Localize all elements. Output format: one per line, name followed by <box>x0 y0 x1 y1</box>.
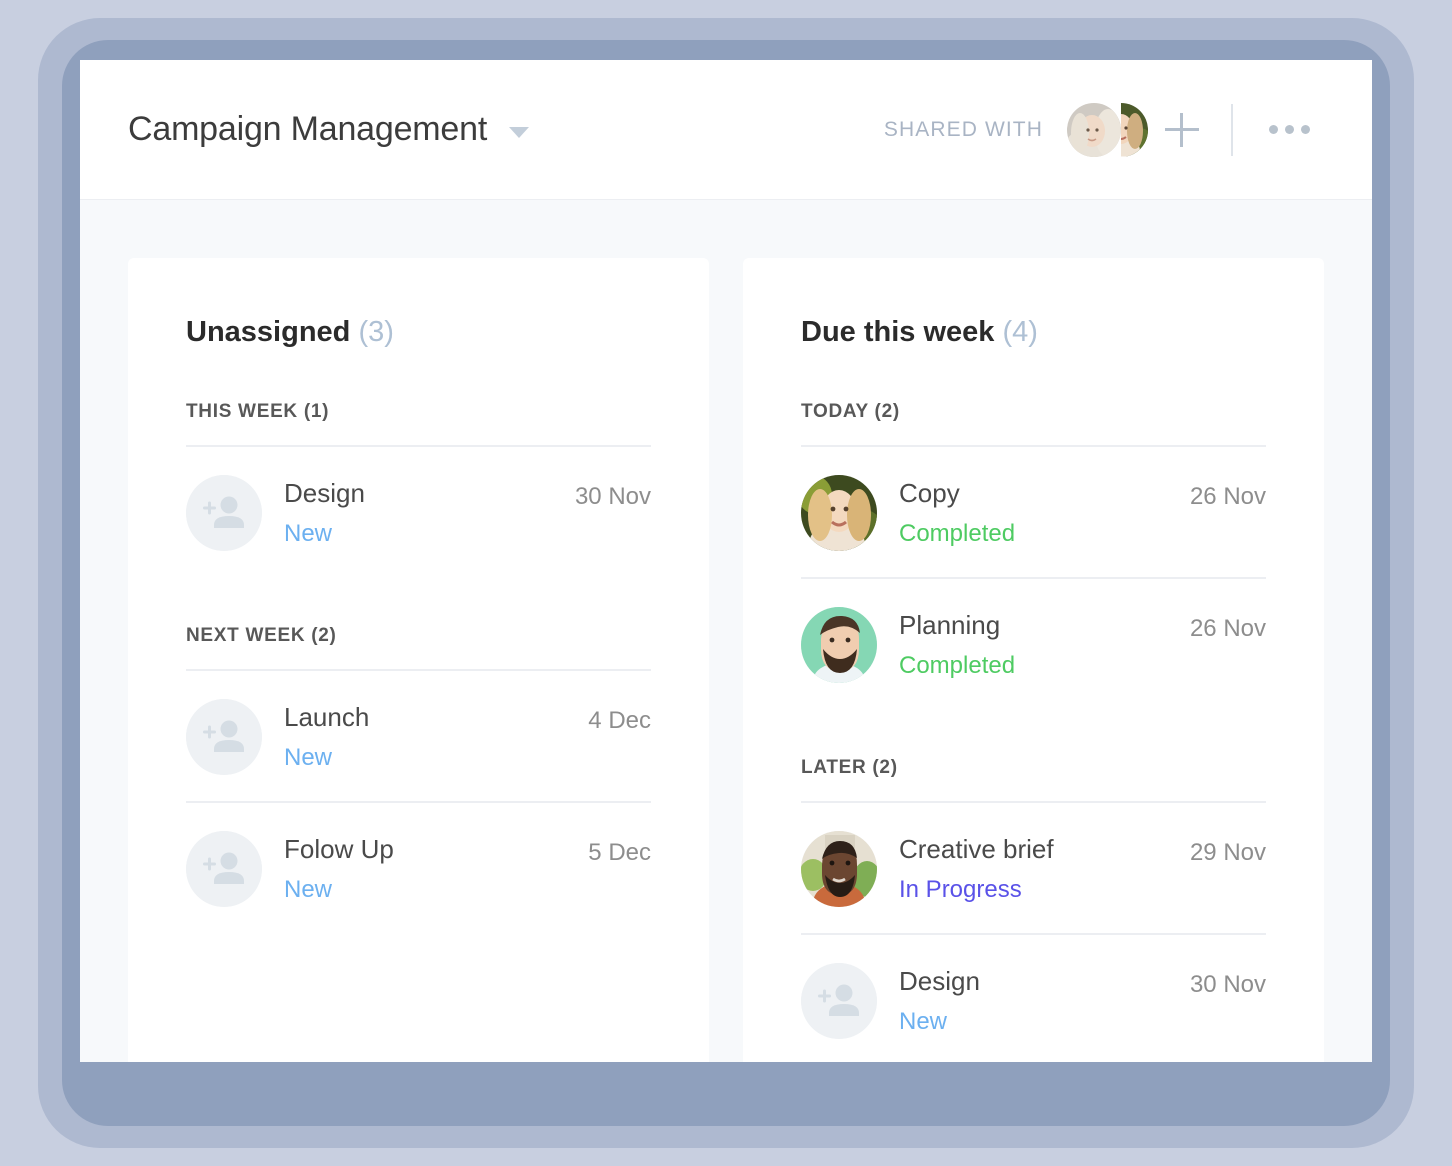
task-row[interactable]: Copy Completed 26 Nov <box>801 447 1266 577</box>
section-label: THIS WEEK (1) <box>186 401 330 422</box>
assignee-avatar[interactable] <box>801 475 877 551</box>
task-status[interactable]: Completed <box>899 652 1190 679</box>
section-label: TODAY (2) <box>801 401 900 422</box>
task-due-date: 29 Nov <box>1189 839 1266 866</box>
dot <box>1269 125 1278 134</box>
task-due-date: 26 Nov <box>1189 483 1266 510</box>
task-body: Design New <box>899 963 1190 1035</box>
dot <box>1301 125 1310 134</box>
task-column: Due this week (4) TODAY (2) Copy Completed… <box>743 258 1324 1062</box>
task-due-date: 30 Nov <box>574 483 651 510</box>
header-actions: SHARED WITH <box>883 102 1310 157</box>
task-row[interactable]: Creative brief In Progress 29 Nov <box>801 803 1266 933</box>
avatar[interactable] <box>1067 102 1121 157</box>
shared-with-label: SHARED WITH <box>883 117 1043 141</box>
task-board: Unassigned (3) THIS WEEK (1) Design New 30 … <box>80 200 1372 1062</box>
task-due-date: 30 Nov <box>1189 971 1266 998</box>
task-name: Launch <box>284 702 370 732</box>
task-status[interactable]: New <box>284 744 588 771</box>
avatar-photo <box>801 607 877 683</box>
task-name: Creative brief <box>899 834 1054 864</box>
task-due-date: 4 Dec <box>588 707 651 734</box>
avatar-photo <box>801 475 877 551</box>
task-due-date: 5 Dec <box>588 839 651 866</box>
assignee-avatar[interactable] <box>801 831 877 907</box>
task-row[interactable]: Launch New 4 Dec <box>186 671 651 801</box>
add-person-icon <box>186 831 262 907</box>
task-body: Launch New <box>284 699 588 771</box>
column-title: Due this week (4) <box>801 316 1266 349</box>
column-title: Unassigned (3) <box>186 316 651 349</box>
section-label: NEXT WEEK (2) <box>186 625 337 646</box>
task-status[interactable]: In Progress <box>899 876 1190 903</box>
add-person-icon <box>186 475 262 551</box>
task-status[interactable]: New <box>284 520 575 547</box>
app-header: Campaign Management SHARED WITH <box>80 60 1372 200</box>
task-name: Design <box>899 966 980 996</box>
assign-avatar-button[interactable] <box>801 963 877 1039</box>
avatar-photo <box>801 831 877 907</box>
add-person-icon <box>801 963 877 1039</box>
assign-avatar-button[interactable] <box>186 699 262 775</box>
task-body: Folow Up New <box>284 831 588 903</box>
task-body: Planning Completed <box>899 607 1190 679</box>
task-status[interactable]: New <box>284 876 588 903</box>
column-count: (3) <box>358 316 394 348</box>
task-name: Folow Up <box>284 834 394 864</box>
app-window: Campaign Management SHARED WITH Unassign… <box>80 60 1372 1062</box>
task-due-date: 26 Nov <box>1189 615 1266 642</box>
assign-avatar-button[interactable] <box>186 475 262 551</box>
task-body: Copy Completed <box>899 475 1190 547</box>
task-name: Copy <box>899 478 960 508</box>
chevron-down-icon[interactable] <box>509 127 530 138</box>
dot <box>1285 125 1294 134</box>
task-body: Design New <box>284 475 575 547</box>
task-body: Creative brief In Progress <box>899 831 1190 903</box>
task-name: Design <box>284 478 365 508</box>
task-row[interactable]: Design New 30 Nov <box>801 935 1266 1062</box>
more-options-icon[interactable] <box>1269 125 1310 134</box>
page-title-group[interactable]: Campaign Management <box>128 110 530 149</box>
column-count: (4) <box>1002 316 1038 348</box>
column-title-text: Due this week <box>801 316 995 348</box>
column-title-text: Unassigned <box>186 316 351 348</box>
task-status[interactable]: Completed <box>899 520 1190 547</box>
task-row[interactable]: Planning Completed 26 Nov <box>801 579 1266 709</box>
task-row[interactable]: Folow Up New 5 Dec <box>186 803 651 933</box>
add-person-icon[interactable] <box>1165 112 1199 147</box>
task-column: Unassigned (3) THIS WEEK (1) Design New 30 … <box>128 258 709 1062</box>
header-divider <box>1231 103 1233 156</box>
shared-with-avatars[interactable] <box>1067 102 1148 157</box>
page-title: Campaign Management <box>128 110 488 148</box>
assign-avatar-button[interactable] <box>186 831 262 907</box>
task-row[interactable]: Design New 30 Nov <box>186 447 651 577</box>
task-name: Planning <box>899 610 1001 640</box>
assignee-avatar[interactable] <box>801 607 877 683</box>
task-status[interactable]: New <box>899 1008 1190 1035</box>
section-label: LATER (2) <box>801 757 898 778</box>
add-person-icon <box>186 699 262 775</box>
